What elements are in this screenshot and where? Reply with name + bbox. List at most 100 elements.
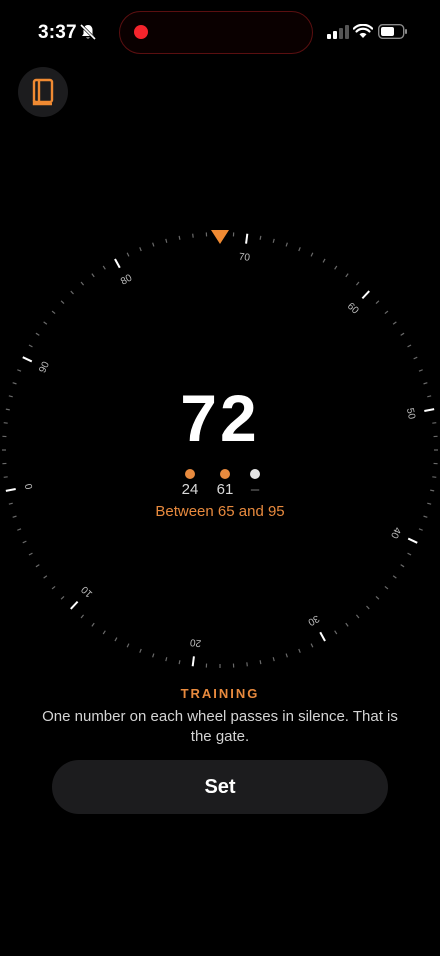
- dial-minor-tick: [43, 321, 48, 325]
- mode-label: TRAINING: [180, 686, 260, 701]
- dial-minor-tick: [355, 281, 360, 286]
- dial-minor-tick: [392, 575, 397, 579]
- dial-minor-tick: [392, 321, 397, 325]
- dial-pointer-icon: [211, 230, 229, 244]
- dial-minor-tick: [28, 552, 33, 556]
- dial-minor-tick: [259, 660, 262, 665]
- dial-minor-tick: [114, 637, 118, 642]
- dial-minor-tick: [126, 252, 130, 257]
- bell-slash-icon: [79, 23, 97, 41]
- dial-tick-label: 30: [305, 612, 320, 627]
- dial-minor-tick: [400, 564, 405, 568]
- dial-minor-tick: [139, 648, 142, 653]
- status-bar: 3:37: [0, 0, 440, 66]
- dial-tick-label: 70: [238, 252, 251, 264]
- dial-minor-tick: [285, 653, 288, 658]
- dial-minor-tick: [152, 242, 155, 247]
- dial-minor-tick: [345, 273, 349, 278]
- dial-minor-tick: [102, 265, 106, 270]
- dial-major-tick: [407, 537, 418, 544]
- dial-minor-tick: [423, 382, 428, 385]
- dial-minor-tick: [407, 344, 412, 348]
- dial-minor-tick: [139, 247, 142, 252]
- dial-minor-tick: [28, 344, 33, 348]
- wheel-values: 24 61 –: [0, 481, 440, 501]
- dial-tick-label: 20: [189, 636, 202, 648]
- dial-minor-tick: [70, 290, 74, 295]
- dial-minor-tick: [322, 258, 326, 263]
- dial-minor-tick: [17, 369, 22, 372]
- dial-minor-tick: [102, 630, 106, 635]
- dial-minor-tick: [80, 281, 85, 286]
- dial-major-tick: [361, 290, 370, 300]
- dial-minor-tick: [126, 643, 130, 648]
- dial-major-tick: [319, 631, 326, 642]
- dial-minor-tick: [51, 310, 56, 315]
- dial-minor-tick: [407, 552, 412, 556]
- dial-minor-tick: [165, 238, 168, 243]
- dial-minor-tick: [43, 575, 48, 579]
- battery-icon: [378, 24, 407, 39]
- set-button[interactable]: Set: [52, 760, 388, 814]
- dial-major-tick: [114, 258, 121, 269]
- dial-minor-tick: [413, 356, 418, 360]
- dial-minor-tick: [418, 369, 423, 372]
- guide-button[interactable]: [18, 67, 68, 117]
- dial-minor-tick: [178, 235, 181, 240]
- dial-minor-tick: [418, 528, 423, 531]
- dial-minor-tick: [298, 247, 301, 252]
- dial-minor-tick: [246, 662, 248, 667]
- dial-tick-label: 90: [37, 360, 52, 375]
- dial-tick-label: 10: [79, 583, 95, 599]
- dial-minor-tick: [152, 653, 155, 658]
- dial-minor-tick: [12, 382, 17, 385]
- dial-minor-tick: [334, 265, 338, 270]
- dial-minor-tick: [310, 252, 314, 257]
- dial-minor-tick: [366, 605, 370, 610]
- dial-minor-tick: [272, 238, 275, 243]
- dial-minor-tick: [178, 660, 181, 665]
- wheel-3-dot: [250, 469, 260, 479]
- dial-major-tick: [191, 656, 195, 667]
- dial-major-tick: [22, 356, 33, 363]
- instruction-text: One number on each wheel passes in silen…: [42, 708, 398, 745]
- current-dial-value: 72: [180, 381, 260, 455]
- wheel-1-dot: [185, 469, 195, 479]
- recording-indicator-icon: [134, 25, 148, 39]
- wheel-1-value: 24: [181, 481, 199, 498]
- dial-minor-tick: [22, 540, 27, 544]
- dial-tick-label: 80: [119, 272, 134, 287]
- dial-minor-tick: [17, 528, 22, 531]
- dial-minor-tick: [285, 242, 288, 247]
- dial-minor-tick: [35, 332, 40, 336]
- dial-major-tick: [245, 233, 249, 244]
- dial-minor-tick: [165, 657, 168, 662]
- dial-minor-tick: [60, 300, 65, 304]
- dial-minor-tick: [375, 300, 380, 304]
- dynamic-island[interactable]: [119, 11, 313, 54]
- dial-minor-tick: [310, 643, 314, 648]
- wifi-icon: [353, 24, 373, 38]
- dial-minor-tick: [384, 585, 389, 590]
- dial-tick-label: 40: [388, 525, 403, 540]
- dial-minor-tick: [400, 332, 405, 336]
- dial-minor-tick: [192, 233, 194, 238]
- dial-tick-label: 60: [345, 301, 361, 317]
- status-time: 3:37: [38, 22, 77, 43]
- wheel-2-dot: [220, 469, 230, 479]
- dial-minor-tick: [375, 596, 380, 600]
- dial-minor-tick: [80, 614, 85, 619]
- dial-minor-tick: [272, 657, 275, 662]
- cellular-signal-icon: [327, 25, 349, 39]
- dial-minor-tick: [384, 310, 389, 315]
- range-hint: Between 65 and 95: [155, 503, 285, 520]
- dial-minor-tick: [298, 648, 301, 653]
- dial-major-tick: [70, 600, 79, 610]
- dial-minor-tick: [259, 235, 262, 240]
- dial-minor-tick: [355, 614, 360, 619]
- dial-minor-tick: [51, 585, 56, 590]
- dial-minor-tick: [345, 622, 349, 627]
- dial-minor-tick: [60, 596, 65, 600]
- wheel-3-value: –: [250, 481, 260, 498]
- dial-minor-tick: [334, 630, 338, 635]
